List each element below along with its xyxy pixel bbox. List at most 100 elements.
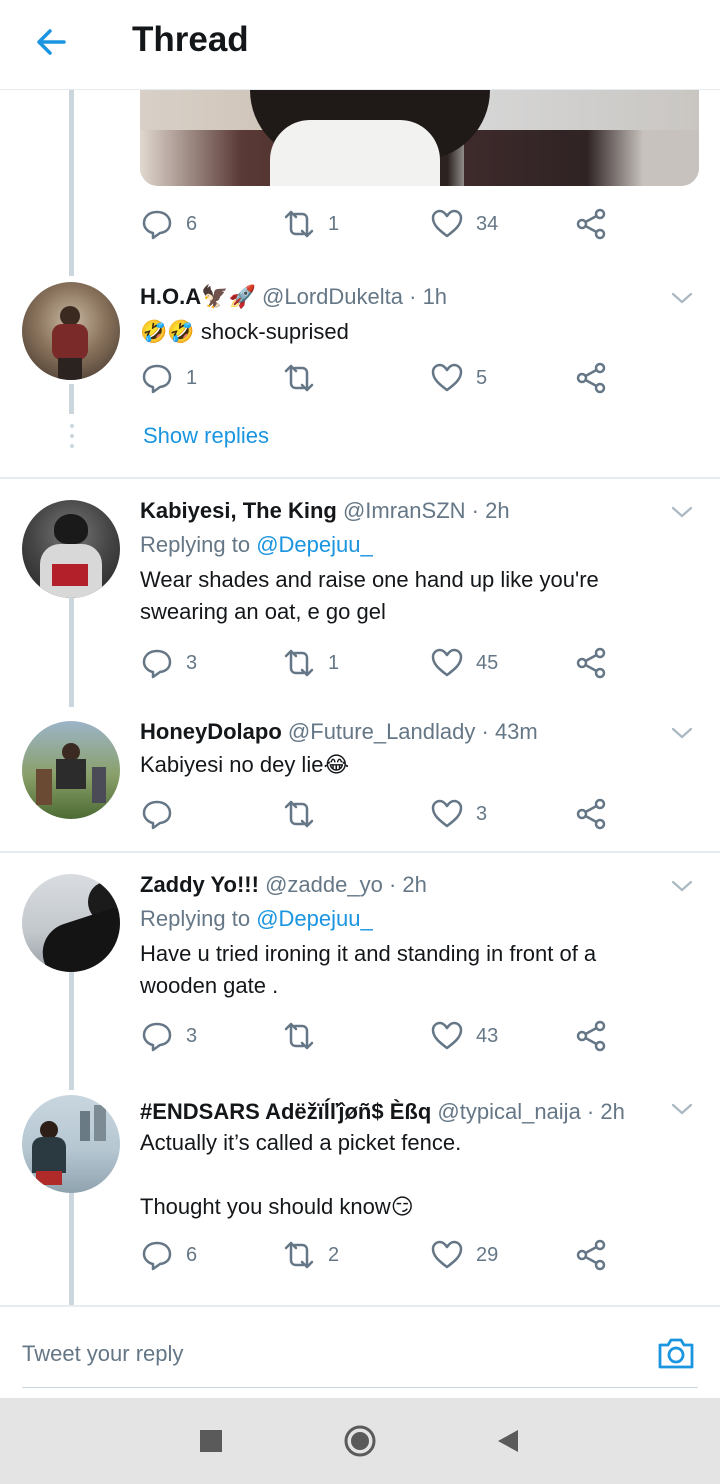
- share-button[interactable]: [574, 1018, 608, 1054]
- thread-line: [69, 1190, 74, 1305]
- camera-icon[interactable]: [656, 1333, 696, 1373]
- recents-icon[interactable]: [200, 1430, 222, 1452]
- time-separator: ·: [382, 872, 403, 897]
- thread-line: [69, 970, 74, 1090]
- timestamp: 2h: [402, 872, 427, 897]
- reply-count: 6: [186, 1243, 198, 1266]
- share-button[interactable]: [574, 796, 608, 832]
- avatar[interactable]: [22, 721, 120, 819]
- avatar[interactable]: [22, 1095, 120, 1193]
- display-name[interactable]: H.O.A🦅🚀: [140, 284, 256, 309]
- reply-button[interactable]: 3: [140, 1018, 197, 1054]
- chevron-down-icon[interactable]: [670, 874, 694, 898]
- reply-icon: [142, 364, 172, 394]
- like-count: 5: [476, 366, 488, 389]
- mention-link[interactable]: @Depejuu_: [256, 906, 373, 931]
- avatar[interactable]: [22, 874, 120, 972]
- retweet-button[interactable]: [282, 796, 328, 832]
- retweet-icon: [284, 1241, 314, 1269]
- tweet-actions: 3 43: [140, 1018, 620, 1054]
- thread-line: [69, 595, 74, 707]
- display-name[interactable]: #ENDSARS Adëžïĺľĵøñ$ Èßq: [140, 1099, 431, 1124]
- tweet-actions: 6 2 29: [140, 1237, 620, 1273]
- tweet-text: Have u tried ironing it and standing in …: [140, 941, 597, 998]
- retweet-button[interactable]: [282, 360, 328, 396]
- avatar[interactable]: [22, 500, 120, 598]
- thread-feed[interactable]: 6 1 34 H.O.A🦅🚀 @LordDukelta · 1h 🤣🤣 shoc…: [0, 90, 720, 1305]
- reply-count: 3: [186, 1024, 198, 1047]
- share-button[interactable]: [574, 1237, 608, 1273]
- tweet-actions: 1 5: [140, 360, 620, 396]
- reply-button[interactable]: 3: [140, 645, 197, 681]
- chevron-down-icon[interactable]: [670, 286, 694, 310]
- retweet-button[interactable]: [282, 1018, 328, 1054]
- like-button[interactable]: 45: [430, 645, 498, 681]
- tweet-actions: 3 1 45: [140, 645, 620, 681]
- handle[interactable]: @ImranSZN: [343, 498, 466, 523]
- retweet-button[interactable]: 2: [282, 1237, 339, 1273]
- tweet-actions: 6 1 34: [140, 206, 620, 242]
- share-icon: [576, 798, 606, 830]
- retweet-icon: [284, 800, 314, 828]
- tweet-header: Zaddy Yo!!! @zadde_yo · 2h: [140, 872, 427, 898]
- like-icon: [431, 1021, 463, 1050]
- retweet-button[interactable]: 1: [282, 645, 339, 681]
- like-button[interactable]: 29: [430, 1237, 498, 1273]
- reply-composer[interactable]: Tweet your reply: [0, 1305, 720, 1398]
- chevron-down-icon[interactable]: [670, 721, 694, 745]
- tweet-text-line: Thought you should know😏: [140, 1194, 414, 1219]
- like-icon: [431, 1240, 463, 1269]
- share-icon: [576, 208, 606, 240]
- like-button[interactable]: 34: [430, 206, 498, 242]
- tweet-text-line: Actually it’s called a picket fence.: [140, 1130, 462, 1155]
- avatar[interactable]: [22, 282, 120, 380]
- share-icon: [576, 1020, 606, 1052]
- tweet-text: Kabiyesi no dey lie😂: [140, 752, 350, 777]
- system-back-icon[interactable]: [496, 1428, 520, 1454]
- thread-dots: [69, 424, 74, 454]
- reply-button[interactable]: 1: [140, 360, 197, 396]
- mention-link[interactable]: @Depejuu_: [256, 532, 373, 557]
- timestamp: 2h: [600, 1099, 625, 1124]
- handle[interactable]: @LordDukelta: [262, 284, 403, 309]
- share-button[interactable]: [574, 645, 608, 681]
- retweet-icon: [284, 364, 314, 392]
- reply-count: 3: [186, 651, 198, 674]
- share-icon: [576, 647, 606, 679]
- replying-prefix: Replying to: [140, 532, 257, 557]
- retweet-count: 2: [328, 1243, 340, 1266]
- time-separator: ·: [580, 1099, 601, 1124]
- tweet-header: HoneyDolapo @Future_Landlady · 43m: [140, 719, 538, 745]
- reply-button[interactable]: 6: [140, 206, 197, 242]
- tweet-media-image[interactable]: [140, 90, 699, 186]
- time-separator: ·: [465, 498, 486, 523]
- handle[interactable]: @zadde_yo: [265, 872, 383, 897]
- back-arrow-icon[interactable]: [30, 20, 74, 64]
- display-name[interactable]: Kabiyesi, The King: [140, 498, 337, 523]
- like-button[interactable]: 5: [430, 360, 487, 396]
- share-button[interactable]: [574, 360, 608, 396]
- home-icon[interactable]: [343, 1424, 377, 1458]
- handle[interactable]: @Future_Landlady: [288, 719, 475, 744]
- reply-input[interactable]: Tweet your reply: [22, 1341, 183, 1367]
- retweet-count: 1: [328, 212, 340, 235]
- chevron-down-icon[interactable]: [670, 1097, 694, 1121]
- show-replies-link[interactable]: Show replies: [143, 423, 269, 449]
- like-button[interactable]: 3: [430, 796, 487, 832]
- handle[interactable]: @typical_naija: [437, 1099, 580, 1124]
- reply-button[interactable]: [140, 796, 186, 832]
- reply-icon: [142, 1241, 172, 1271]
- share-button[interactable]: [574, 206, 608, 242]
- retweet-button[interactable]: 1: [282, 206, 339, 242]
- retweet-icon: [284, 210, 314, 238]
- like-button[interactable]: 43: [430, 1018, 498, 1054]
- replying-prefix: Replying to: [140, 906, 257, 931]
- reply-button[interactable]: 6: [140, 1237, 197, 1273]
- retweet-count: 1: [328, 651, 340, 674]
- display-name[interactable]: HoneyDolapo: [140, 719, 282, 744]
- display-name[interactable]: Zaddy Yo!!!: [140, 872, 259, 897]
- reply-icon: [142, 1022, 172, 1052]
- reply-count: 6: [186, 212, 198, 235]
- tweet-header: #ENDSARS Adëžïĺľĵøñ$ Èßq @typical_naija …: [140, 1099, 625, 1125]
- chevron-down-icon[interactable]: [670, 500, 694, 524]
